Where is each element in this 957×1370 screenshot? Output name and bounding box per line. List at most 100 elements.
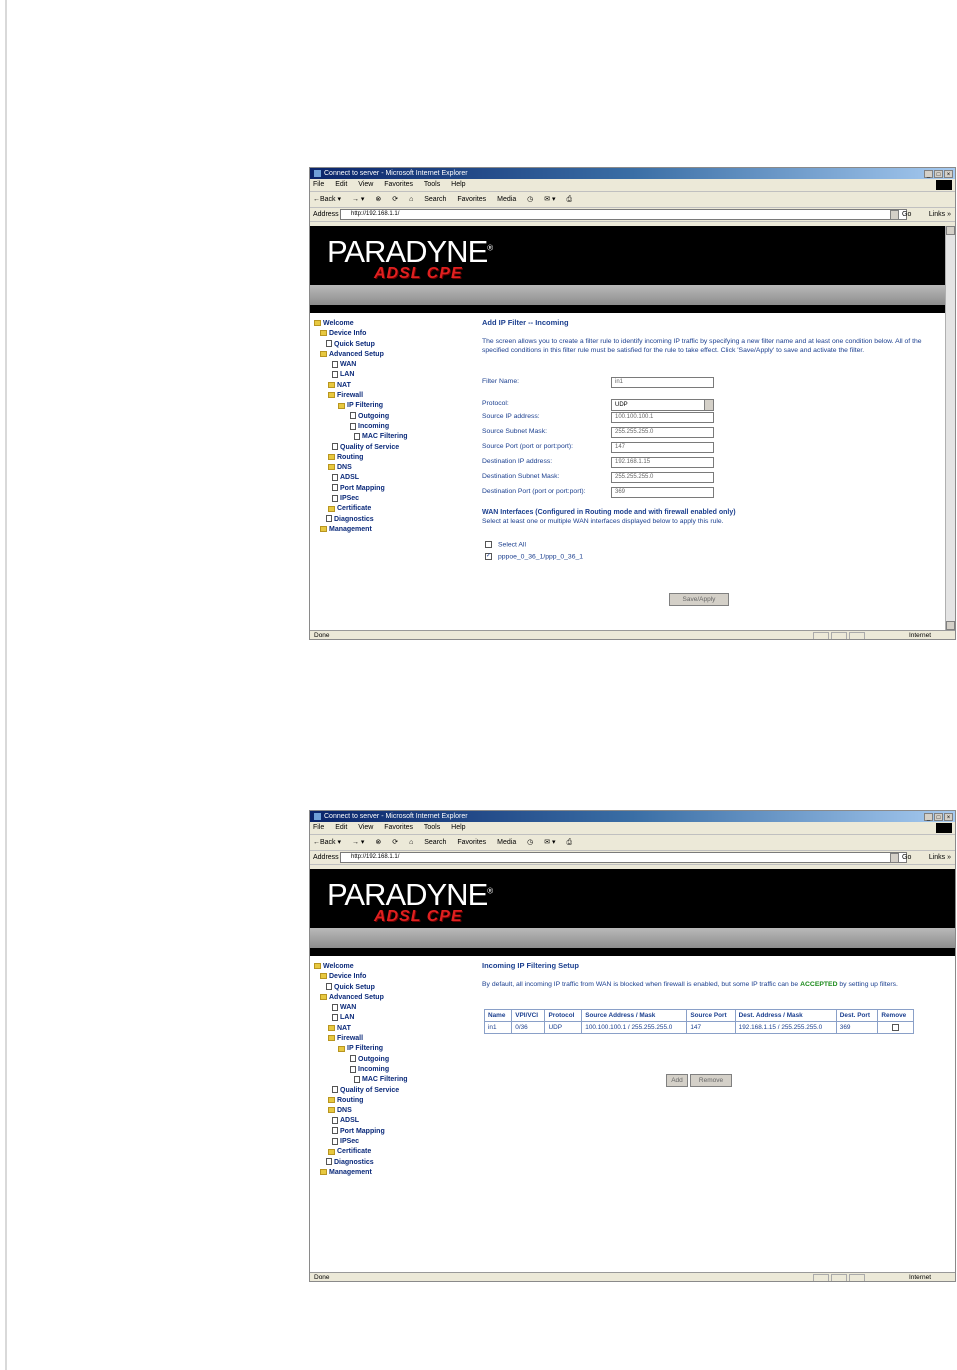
nav-outgoing[interactable]: Outgoing xyxy=(358,1056,389,1063)
refresh-icon[interactable]: ⟳ xyxy=(392,839,398,846)
select-all-checkbox[interactable] xyxy=(485,541,492,548)
favorites-button[interactable]: Favorites xyxy=(457,839,486,846)
interface-checkbox[interactable]: ✓ xyxy=(485,553,492,560)
nav-nat[interactable]: NAT xyxy=(337,382,351,389)
nav-device-info[interactable]: Device Info xyxy=(329,973,366,980)
nav-advanced-setup[interactable]: Advanced Setup xyxy=(329,351,384,358)
nav-ipsec[interactable]: IPSec xyxy=(340,1138,359,1145)
media-button[interactable]: Media xyxy=(497,839,516,846)
close-icon[interactable]: × xyxy=(944,813,953,821)
nav-adsl[interactable]: ADSL xyxy=(340,474,359,481)
address-dropdown-icon[interactable] xyxy=(890,853,899,863)
nav-port-mapping[interactable]: Port Mapping xyxy=(340,485,385,492)
minimize-icon[interactable]: _ xyxy=(924,813,933,821)
menu-file[interactable]: File xyxy=(313,181,324,188)
address-dropdown-icon[interactable] xyxy=(890,210,899,220)
nav-certificate[interactable]: Certificate xyxy=(337,1148,371,1155)
scroll-down-icon[interactable] xyxy=(946,621,955,630)
menu-file[interactable]: File xyxy=(313,824,324,831)
nav-diagnostics[interactable]: Diagnostics xyxy=(334,516,374,523)
maximize-icon[interactable]: □ xyxy=(934,170,943,178)
menu-tools[interactable]: Tools xyxy=(424,181,440,188)
nav-routing[interactable]: Routing xyxy=(337,454,363,461)
nav-mac-filtering[interactable]: MAC Filtering xyxy=(362,1076,408,1083)
nav-ip-filtering[interactable]: IP Filtering xyxy=(347,1045,383,1052)
search-button[interactable]: Search xyxy=(424,839,446,846)
nav-lan[interactable]: LAN xyxy=(340,1014,354,1021)
nav-ipsec[interactable]: IPSec xyxy=(340,495,359,502)
src-port-input[interactable]: 147 xyxy=(611,442,714,453)
forward-button[interactable]: → ▾ xyxy=(352,196,364,203)
go-button[interactable]: Go xyxy=(902,851,911,864)
favorites-button[interactable]: Favorites xyxy=(457,196,486,203)
src-mask-input[interactable]: 255.255.255.0 xyxy=(611,427,714,438)
links-button[interactable]: Links » xyxy=(929,851,951,864)
remove-checkbox[interactable] xyxy=(892,1024,900,1031)
scroll-up-icon[interactable] xyxy=(946,226,955,235)
stop-icon[interactable]: ⊗ xyxy=(375,839,381,846)
nav-lan[interactable]: LAN xyxy=(340,371,354,378)
forward-button[interactable]: → ▾ xyxy=(352,839,364,846)
nav-device-info[interactable]: Device Info xyxy=(329,330,366,337)
mail-icon[interactable]: ✉ ▾ xyxy=(544,196,555,203)
nav-ip-filtering[interactable]: IP Filtering xyxy=(347,402,383,409)
nav-wan[interactable]: WAN xyxy=(340,1004,356,1011)
dst-ip-input[interactable]: 192.168.1.15 xyxy=(611,457,714,468)
nav-outgoing[interactable]: Outgoing xyxy=(358,413,389,420)
nav-quick-setup[interactable]: Quick Setup xyxy=(334,984,375,991)
address-input[interactable]: http://192.168.1.1/ xyxy=(340,209,907,220)
chevron-down-icon[interactable] xyxy=(704,400,713,410)
nav-dns[interactable]: DNS xyxy=(337,1107,352,1114)
nav-mac-filtering[interactable]: MAC Filtering xyxy=(362,433,408,440)
menu-favorites[interactable]: Favorites xyxy=(384,824,413,831)
remove-button[interactable]: Remove xyxy=(690,1074,732,1087)
maximize-icon[interactable]: □ xyxy=(934,813,943,821)
menu-help[interactable]: Help xyxy=(451,181,465,188)
nav-nat[interactable]: NAT xyxy=(337,1025,351,1032)
nav-adsl[interactable]: ADSL xyxy=(340,1117,359,1124)
nav-welcome[interactable]: Welcome xyxy=(323,320,354,327)
nav-certificate[interactable]: Certificate xyxy=(337,505,371,512)
search-button[interactable]: Search xyxy=(424,196,446,203)
nav-firewall[interactable]: Firewall xyxy=(337,392,363,399)
nav-management[interactable]: Management xyxy=(329,526,372,533)
home-icon[interactable]: ⌂ xyxy=(409,196,413,203)
save-apply-button[interactable]: Save/Apply xyxy=(669,593,729,606)
nav-diagnostics[interactable]: Diagnostics xyxy=(334,1159,374,1166)
print-icon[interactable]: ⎙ xyxy=(567,196,573,203)
add-button[interactable]: Add xyxy=(666,1074,688,1087)
menu-view[interactable]: View xyxy=(358,824,373,831)
nav-wan[interactable]: WAN xyxy=(340,361,356,368)
stop-icon[interactable]: ⊗ xyxy=(375,196,381,203)
go-button[interactable]: Go xyxy=(902,208,911,221)
minimize-icon[interactable]: _ xyxy=(924,170,933,178)
back-button[interactable]: ←Back ▾ xyxy=(313,839,341,846)
nav-qos[interactable]: Quality of Service xyxy=(340,444,399,451)
nav-incoming[interactable]: Incoming xyxy=(358,1066,389,1073)
home-icon[interactable]: ⌂ xyxy=(409,839,413,846)
nav-port-mapping[interactable]: Port Mapping xyxy=(340,1128,385,1135)
refresh-icon[interactable]: ⟳ xyxy=(392,196,398,203)
links-button[interactable]: Links » xyxy=(929,208,951,221)
nav-management[interactable]: Management xyxy=(329,1169,372,1176)
dst-mask-input[interactable]: 255.255.255.0 xyxy=(611,472,714,483)
menu-help[interactable]: Help xyxy=(451,824,465,831)
nav-welcome[interactable]: Welcome xyxy=(323,963,354,970)
mail-icon[interactable]: ✉ ▾ xyxy=(544,839,555,846)
nav-qos[interactable]: Quality of Service xyxy=(340,1087,399,1094)
menu-edit[interactable]: Edit xyxy=(335,824,347,831)
filter-name-input[interactable]: in1 xyxy=(611,377,714,388)
address-input[interactable]: http://192.168.1.1/ xyxy=(340,852,907,863)
nav-incoming[interactable]: Incoming xyxy=(358,423,389,430)
nav-advanced-setup[interactable]: Advanced Setup xyxy=(329,994,384,1001)
history-icon[interactable]: ◷ xyxy=(527,196,533,203)
nav-firewall[interactable]: Firewall xyxy=(337,1035,363,1042)
menu-tools[interactable]: Tools xyxy=(424,824,440,831)
menu-view[interactable]: View xyxy=(358,181,373,188)
menu-edit[interactable]: Edit xyxy=(335,181,347,188)
dst-port-input[interactable]: 369 xyxy=(611,487,714,498)
nav-dns[interactable]: DNS xyxy=(337,464,352,471)
protocol-select[interactable]: UDP xyxy=(611,399,714,411)
media-button[interactable]: Media xyxy=(497,196,516,203)
print-icon[interactable]: ⎙ xyxy=(567,839,573,846)
